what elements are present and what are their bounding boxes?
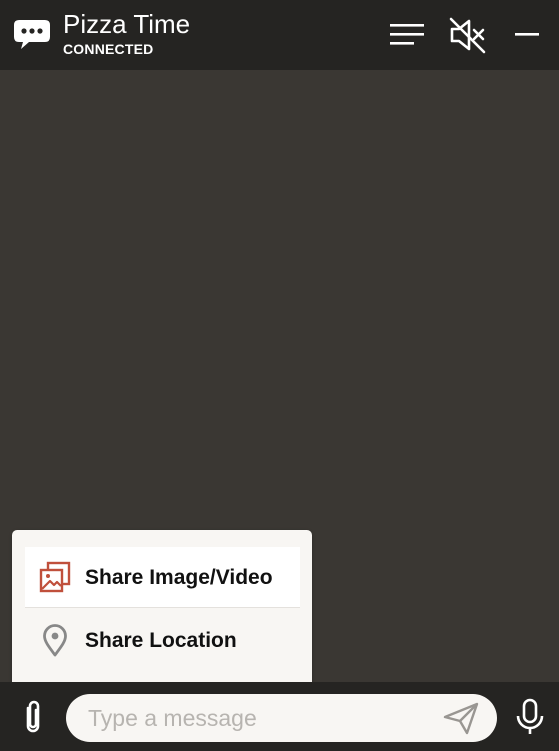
paperclip-icon: [26, 700, 40, 733]
message-input-container: [66, 694, 497, 742]
chat-title: Pizza Time: [63, 9, 191, 39]
chat-header: Pizza Time CONNECTED: [0, 0, 559, 70]
share-location-label: Share Location: [85, 629, 237, 652]
message-input[interactable]: [88, 702, 428, 734]
message-composer: [0, 682, 559, 751]
minimize-button[interactable]: [505, 13, 549, 57]
image-gallery-icon: [39, 561, 71, 593]
share-image-video-option[interactable]: Share Image/Video: [25, 547, 300, 608]
menu-lines-icon: [390, 24, 424, 45]
attach-button[interactable]: [14, 698, 52, 738]
speaker-muted-icon: [449, 17, 486, 54]
chat-bubble-icon: [13, 18, 51, 50]
share-image-video-label: Share Image/Video: [85, 566, 273, 589]
microphone-icon: [516, 698, 544, 734]
attachment-menu: Share Image/Video Share Location: [12, 530, 312, 688]
microphone-button[interactable]: [512, 696, 548, 740]
menu-button[interactable]: [385, 13, 429, 57]
share-location-option[interactable]: Share Location: [25, 614, 300, 674]
send-button[interactable]: [441, 700, 481, 736]
minimize-icon: [515, 33, 539, 36]
location-pin-icon: [39, 624, 71, 657]
connection-status: CONNECTED: [63, 41, 154, 57]
send-icon: [443, 702, 479, 735]
mute-button[interactable]: [445, 13, 489, 57]
